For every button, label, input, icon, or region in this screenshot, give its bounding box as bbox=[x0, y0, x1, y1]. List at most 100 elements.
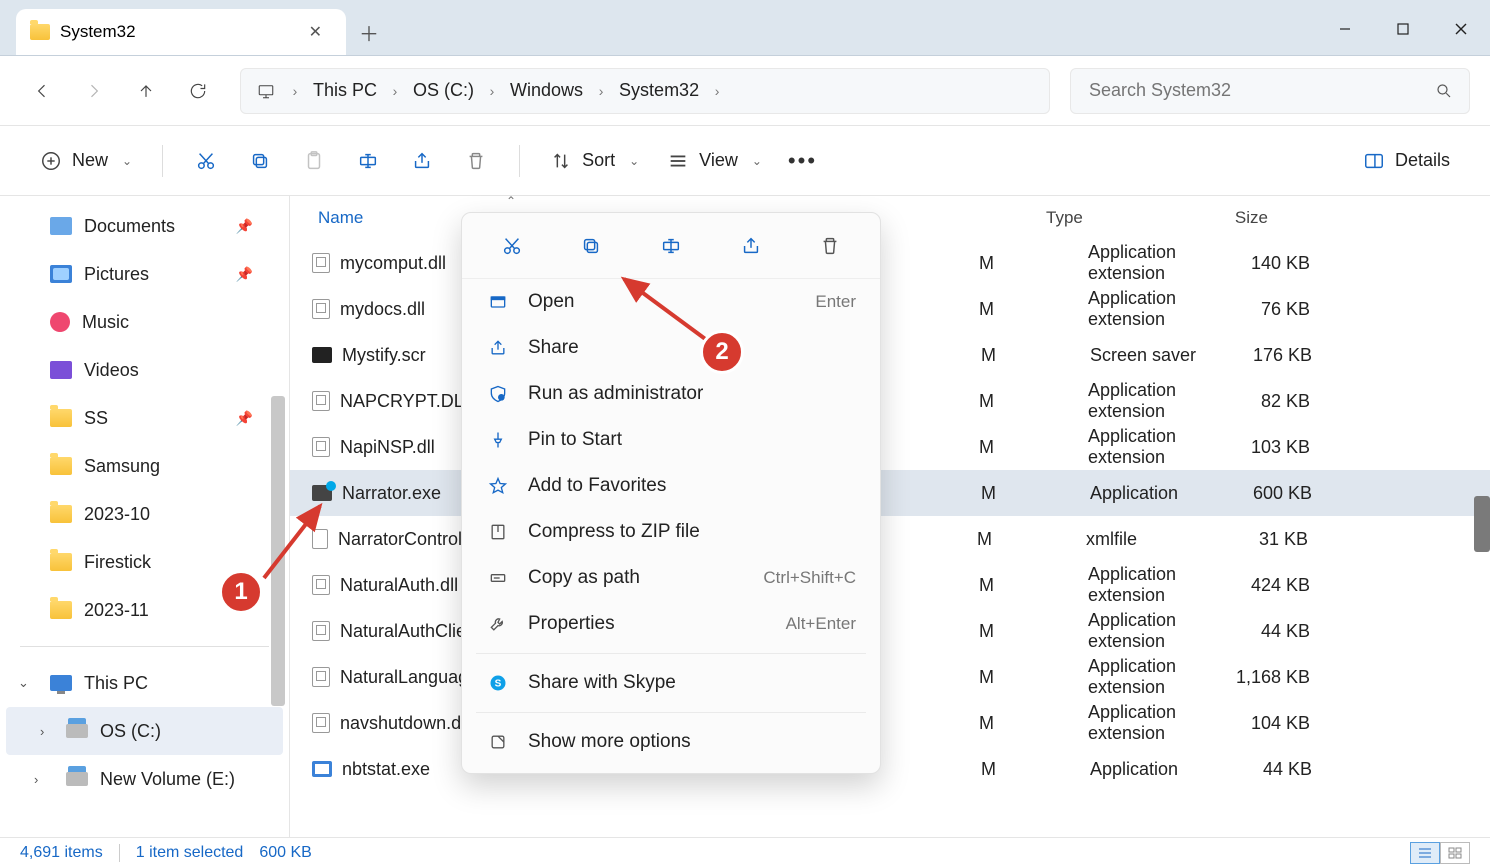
cut-button[interactable] bbox=[181, 139, 231, 183]
file-type: Application extension bbox=[1000, 288, 1200, 330]
column-type[interactable]: Type bbox=[958, 208, 1158, 228]
chevron-right-icon[interactable]: › bbox=[40, 724, 44, 739]
paste-button[interactable] bbox=[289, 139, 339, 183]
tab-system32[interactable]: System32 ✕ bbox=[16, 9, 346, 55]
sidebar-item[interactable]: Samsung bbox=[0, 442, 289, 490]
menu-item-label: Share with Skype bbox=[528, 672, 676, 694]
tree-item-drive[interactable]: ›OS (C:) bbox=[6, 707, 283, 755]
file-size: 76 KB bbox=[1200, 299, 1320, 320]
separator bbox=[20, 646, 269, 647]
file-date-tail: M bbox=[970, 575, 1000, 596]
annotation-arrow-1 bbox=[260, 498, 330, 582]
column-size[interactable]: Size bbox=[1158, 208, 1278, 228]
share-button[interactable] bbox=[397, 139, 447, 183]
menu-item-label: Compress to ZIP file bbox=[528, 521, 700, 543]
file-date-tail: M bbox=[970, 437, 1000, 458]
sidebar-item-label: Videos bbox=[84, 360, 139, 381]
file-scrollbar[interactable] bbox=[1474, 496, 1490, 552]
ctx-rename-button[interactable] bbox=[645, 225, 697, 267]
tree-item-drive[interactable]: ›New Volume (E:) bbox=[0, 755, 289, 803]
chevron-right-icon[interactable]: › bbox=[705, 83, 729, 99]
menu-shortcut: Alt+Enter bbox=[786, 614, 856, 634]
menu-item[interactable]: S Share with Skype bbox=[462, 660, 880, 706]
file-size: 176 KB bbox=[1202, 345, 1322, 366]
sort-button[interactable]: Sort ⌄ bbox=[538, 139, 651, 183]
menu-shortcut: Ctrl+Shift+C bbox=[763, 568, 856, 588]
forward-button[interactable] bbox=[72, 69, 116, 113]
separator bbox=[119, 844, 120, 862]
sidebar-item-label: SS bbox=[84, 408, 108, 429]
file-date-tail: M bbox=[970, 391, 1000, 412]
file-date-tail: M bbox=[972, 759, 1002, 780]
crumb-os-c[interactable]: OS (C:) bbox=[407, 76, 480, 105]
menu-item[interactable]: Show more options bbox=[462, 719, 880, 765]
more-button[interactable]: ••• bbox=[778, 148, 827, 174]
sidebar-item[interactable]: Pictures📌 bbox=[0, 250, 289, 298]
nav-bar: › This PC › OS (C:) › Windows › System32… bbox=[0, 56, 1490, 126]
back-button[interactable] bbox=[20, 69, 64, 113]
skype-icon: S bbox=[486, 673, 510, 693]
address-bar[interactable]: › This PC › OS (C:) › Windows › System32… bbox=[240, 68, 1050, 114]
menu-item-label: Run as administrator bbox=[528, 383, 703, 405]
sidebar-item[interactable]: SS 📌 bbox=[0, 394, 289, 442]
ctx-share-button[interactable] bbox=[725, 225, 777, 267]
menu-item-label: Show more options bbox=[528, 731, 691, 753]
details-view-button[interactable] bbox=[1410, 842, 1440, 864]
up-button[interactable] bbox=[124, 69, 168, 113]
file-date-tail: M bbox=[972, 345, 1002, 366]
close-tab-icon[interactable]: ✕ bbox=[303, 16, 328, 48]
close-window-button[interactable] bbox=[1432, 9, 1490, 49]
chevron-right-icon[interactable]: › bbox=[383, 83, 407, 99]
sidebar-item[interactable]: Videos bbox=[0, 346, 289, 394]
folder-icon bbox=[50, 409, 72, 427]
menu-shortcut: Enter bbox=[815, 292, 856, 312]
file-date-tail: M bbox=[968, 529, 998, 550]
menu-item[interactable]: Pin to Start bbox=[462, 417, 880, 463]
search-input[interactable] bbox=[1087, 79, 1435, 102]
menu-item[interactable]: Run as administrator bbox=[462, 371, 880, 417]
rename-button[interactable] bbox=[343, 139, 393, 183]
menu-item[interactable]: Copy as pathCtrl+Shift+C bbox=[462, 555, 880, 601]
file-size: 44 KB bbox=[1200, 621, 1320, 642]
icons-view-button[interactable] bbox=[1440, 842, 1470, 864]
search-box[interactable] bbox=[1070, 68, 1470, 114]
star-icon bbox=[486, 476, 510, 496]
details-pane-button[interactable]: Details bbox=[1351, 139, 1462, 183]
delete-button[interactable] bbox=[451, 139, 501, 183]
maximize-button[interactable] bbox=[1374, 9, 1432, 49]
ctx-copy-button[interactable] bbox=[565, 225, 617, 267]
crumb-this-pc[interactable]: This PC bbox=[307, 76, 383, 105]
chevron-right-icon[interactable]: › bbox=[283, 83, 307, 99]
crumb-windows[interactable]: Windows bbox=[504, 76, 589, 105]
new-button[interactable]: New ⌄ bbox=[28, 139, 144, 183]
chevron-down-icon[interactable]: ⌄ bbox=[18, 675, 29, 691]
view-toggle bbox=[1410, 842, 1470, 864]
file-date-tail: M bbox=[970, 667, 1000, 688]
chevron-down-icon: ⌄ bbox=[122, 154, 132, 168]
ctx-delete-button[interactable] bbox=[804, 225, 856, 267]
sidebar-item[interactable]: 2023-10 bbox=[0, 490, 289, 538]
menu-item[interactable]: PropertiesAlt+Enter bbox=[462, 601, 880, 647]
file-type: Application extension bbox=[1000, 380, 1200, 422]
crumb-system32[interactable]: System32 bbox=[613, 76, 705, 105]
tree-item-this-pc[interactable]: ⌄This PC bbox=[0, 659, 289, 707]
menu-item[interactable]: Compress to ZIP file bbox=[462, 509, 880, 555]
folder-icon bbox=[50, 601, 72, 619]
sidebar-item[interactable]: Music bbox=[0, 298, 289, 346]
chevron-right-icon[interactable]: › bbox=[480, 83, 504, 99]
copy-button[interactable] bbox=[235, 139, 285, 183]
view-button[interactable]: View ⌄ bbox=[655, 139, 774, 183]
new-tab-button[interactable]: ＋ bbox=[346, 9, 392, 55]
refresh-button[interactable] bbox=[176, 69, 220, 113]
drive-icon bbox=[66, 724, 88, 738]
tab-title: System32 bbox=[60, 22, 293, 42]
pin-icon: 📌 bbox=[236, 410, 253, 427]
sidebar-item[interactable]: Documents📌 bbox=[0, 202, 289, 250]
chevron-right-icon[interactable]: › bbox=[34, 772, 38, 787]
sidebar-item-label: Music bbox=[82, 312, 129, 333]
file-type: Screen saver bbox=[1002, 345, 1202, 366]
chevron-right-icon[interactable]: › bbox=[589, 83, 613, 99]
ctx-cut-button[interactable] bbox=[486, 225, 538, 267]
minimize-button[interactable] bbox=[1316, 9, 1374, 49]
menu-item[interactable]: Add to Favorites bbox=[462, 463, 880, 509]
